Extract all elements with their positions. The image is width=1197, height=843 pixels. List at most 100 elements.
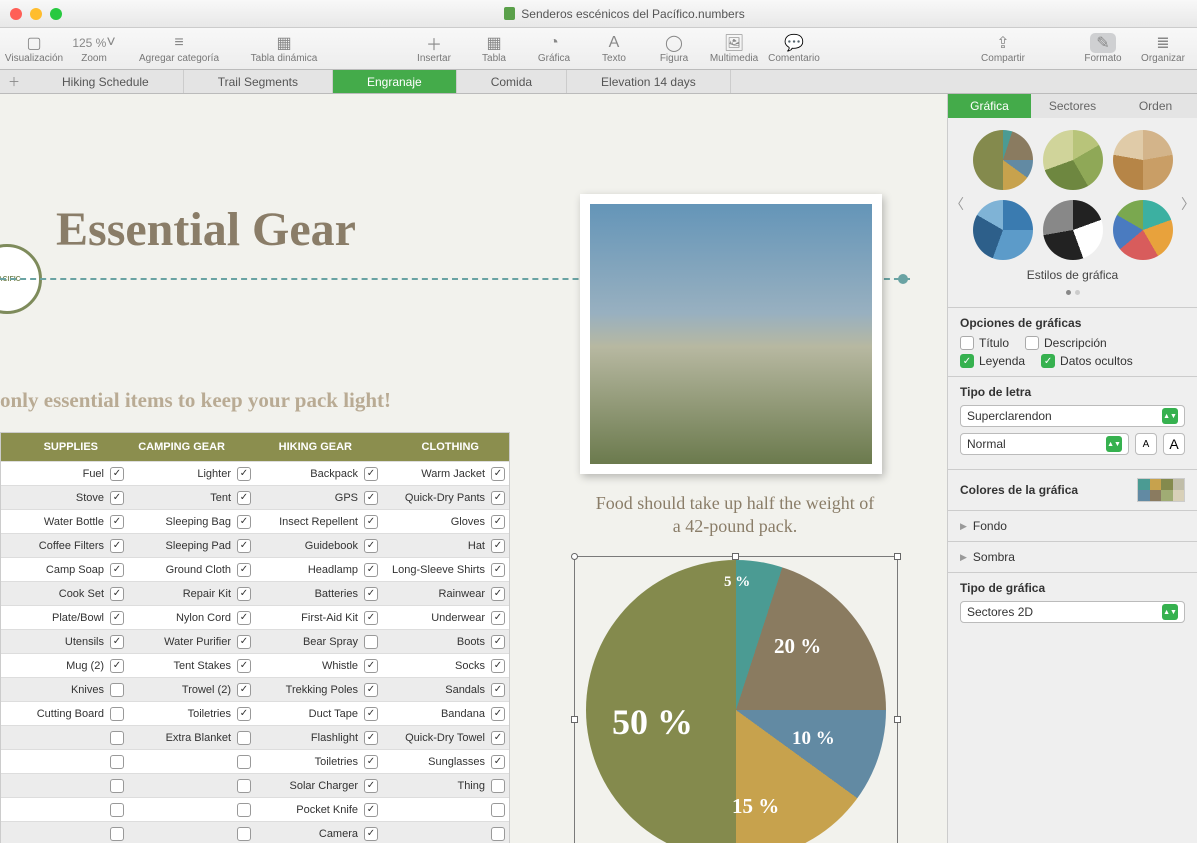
table-cell[interactable] [1, 726, 128, 749]
hidden-data-checkbox[interactable]: ✓Datos ocultos [1041, 354, 1133, 368]
chart-style-preview[interactable] [1113, 130, 1173, 190]
table-cell[interactable]: Pocket Knife [255, 798, 382, 821]
table-row[interactable]: KnivesTrowel (2)Trekking PolesSandals [1, 677, 509, 701]
checkbox[interactable] [364, 611, 378, 625]
table-cell[interactable]: Trekking Poles [255, 678, 382, 701]
checkbox[interactable] [237, 635, 251, 649]
table-cell[interactable]: Insect Repellent [255, 510, 382, 533]
table-cell[interactable]: Stove [1, 486, 128, 509]
table-cell[interactable]: Sunglasses [382, 750, 509, 773]
checkbox[interactable] [491, 611, 505, 625]
table-cell[interactable]: Socks [382, 654, 509, 677]
checkbox[interactable] [491, 827, 505, 841]
font-smaller-button[interactable]: A [1135, 433, 1157, 455]
checkbox[interactable] [237, 803, 251, 817]
table-row[interactable]: Cutting BoardToiletriesDuct TapeBandana [1, 701, 509, 725]
page-dot[interactable] [1066, 290, 1071, 295]
resize-handle[interactable] [571, 553, 578, 560]
table-cell[interactable]: Sandals [382, 678, 509, 701]
table-cell[interactable]: Bear Spray [255, 630, 382, 653]
table-cell[interactable]: Fuel [1, 462, 128, 485]
checkbox[interactable] [491, 659, 505, 673]
table-row[interactable]: Mug (2)Tent StakesWhistleSocks [1, 653, 509, 677]
insert-button[interactable]: ＋Insertar [404, 28, 464, 70]
pie-chart[interactable]: 5 % 20 % 10 % 15 % 50 % Editar referenci… [574, 556, 898, 843]
table-cell[interactable] [128, 774, 255, 797]
table-cell[interactable]: Toiletries [255, 750, 382, 773]
zoom-window-button[interactable] [50, 8, 62, 20]
checkbox[interactable] [237, 515, 251, 529]
table-cell[interactable]: Batteries [255, 582, 382, 605]
table-cell[interactable]: Sleeping Pad [128, 534, 255, 557]
minimize-window-button[interactable] [30, 8, 42, 20]
table-cell[interactable]: Lighter [128, 462, 255, 485]
checkbox[interactable] [364, 731, 378, 745]
add-sheet-button[interactable]: ＋ [0, 70, 28, 93]
color-palette-button[interactable] [1137, 478, 1185, 502]
checkbox[interactable] [364, 587, 378, 601]
table-cell[interactable]: Cook Set [1, 582, 128, 605]
chart-style-preview[interactable] [973, 130, 1033, 190]
checkbox[interactable] [364, 563, 378, 577]
table-cell[interactable]: Solar Charger [255, 774, 382, 797]
table-cell[interactable]: Thing [382, 774, 509, 797]
sheet-tab[interactable]: Hiking Schedule [28, 70, 184, 93]
gear-table[interactable]: SUPPLIES CAMPING GEAR HIKING GEAR CLOTHI… [0, 432, 510, 843]
table-row[interactable]: Water BottleSleeping BagInsect Repellent… [1, 509, 509, 533]
checkbox[interactable] [364, 635, 378, 649]
table-cell[interactable]: Cutting Board [1, 702, 128, 725]
styles-next-button[interactable]: 〉 [1181, 194, 1195, 214]
checkbox[interactable] [237, 755, 251, 769]
checkbox[interactable] [491, 563, 505, 577]
table-row[interactable]: Cook SetRepair KitBatteriesRainwear [1, 581, 509, 605]
checkbox[interactable] [110, 491, 124, 505]
table-row[interactable]: Plate/BowlNylon CordFirst-Aid KitUnderwe… [1, 605, 509, 629]
table-row[interactable]: Camera [1, 821, 509, 843]
table-cell[interactable] [1, 750, 128, 773]
table-cell[interactable]: Flashlight [255, 726, 382, 749]
background-section[interactable]: ▶Fondo [948, 510, 1197, 541]
checkbox[interactable] [110, 827, 124, 841]
table-button[interactable]: ▦Tabla [464, 28, 524, 70]
format-button[interactable]: ✎Formato [1073, 28, 1133, 70]
checkbox[interactable] [491, 635, 505, 649]
sidebar-tab-wedges[interactable]: Sectores [1031, 94, 1114, 118]
checkbox[interactable] [491, 539, 505, 553]
chart-style-preview[interactable] [973, 200, 1033, 260]
table-cell[interactable]: Knives [1, 678, 128, 701]
checkbox[interactable] [110, 587, 124, 601]
checkbox[interactable] [491, 707, 505, 721]
checkbox[interactable] [110, 779, 124, 793]
table-cell[interactable]: Warm Jacket [382, 462, 509, 485]
table-cell[interactable]: Tent [128, 486, 255, 509]
checkbox[interactable] [364, 467, 378, 481]
table-cell[interactable]: Gloves [382, 510, 509, 533]
table-cell[interactable]: Quick-Dry Towel [382, 726, 509, 749]
checkbox[interactable] [364, 707, 378, 721]
table-cell[interactable]: Utensils [1, 630, 128, 653]
table-cell[interactable]: Backpack [255, 462, 382, 485]
table-row[interactable]: Camp SoapGround ClothHeadlampLong-Sleeve… [1, 557, 509, 581]
checkbox[interactable] [110, 467, 124, 481]
checkbox[interactable] [110, 803, 124, 817]
table-row[interactable]: FuelLighterBackpackWarm Jacket [1, 461, 509, 485]
table-cell[interactable]: Guidebook [255, 534, 382, 557]
table-cell[interactable]: Ground Cloth [128, 558, 255, 581]
checkbox[interactable] [364, 755, 378, 769]
table-cell[interactable]: Quick-Dry Pants [382, 486, 509, 509]
font-style-select[interactable]: Normal▲▼ [960, 433, 1129, 455]
table-cell[interactable]: Nylon Cord [128, 606, 255, 629]
share-button[interactable]: ⇪Compartir [973, 28, 1033, 70]
table-row[interactable]: Coffee FiltersSleeping PadGuidebookHat [1, 533, 509, 557]
zoom-dropdown[interactable]: 125 % ˅Zoom [64, 28, 124, 70]
sheet-tab[interactable]: Comida [457, 70, 567, 93]
table-cell[interactable] [128, 822, 255, 843]
table-cell[interactable]: Rainwear [382, 582, 509, 605]
description-checkbox[interactable]: Descripción [1025, 336, 1107, 350]
text-button[interactable]: ATexto [584, 28, 644, 70]
table-cell[interactable]: Camp Soap [1, 558, 128, 581]
table-cell[interactable]: Extra Blanket [128, 726, 255, 749]
checkbox[interactable] [364, 539, 378, 553]
checkbox[interactable] [491, 779, 505, 793]
checkbox[interactable] [237, 539, 251, 553]
